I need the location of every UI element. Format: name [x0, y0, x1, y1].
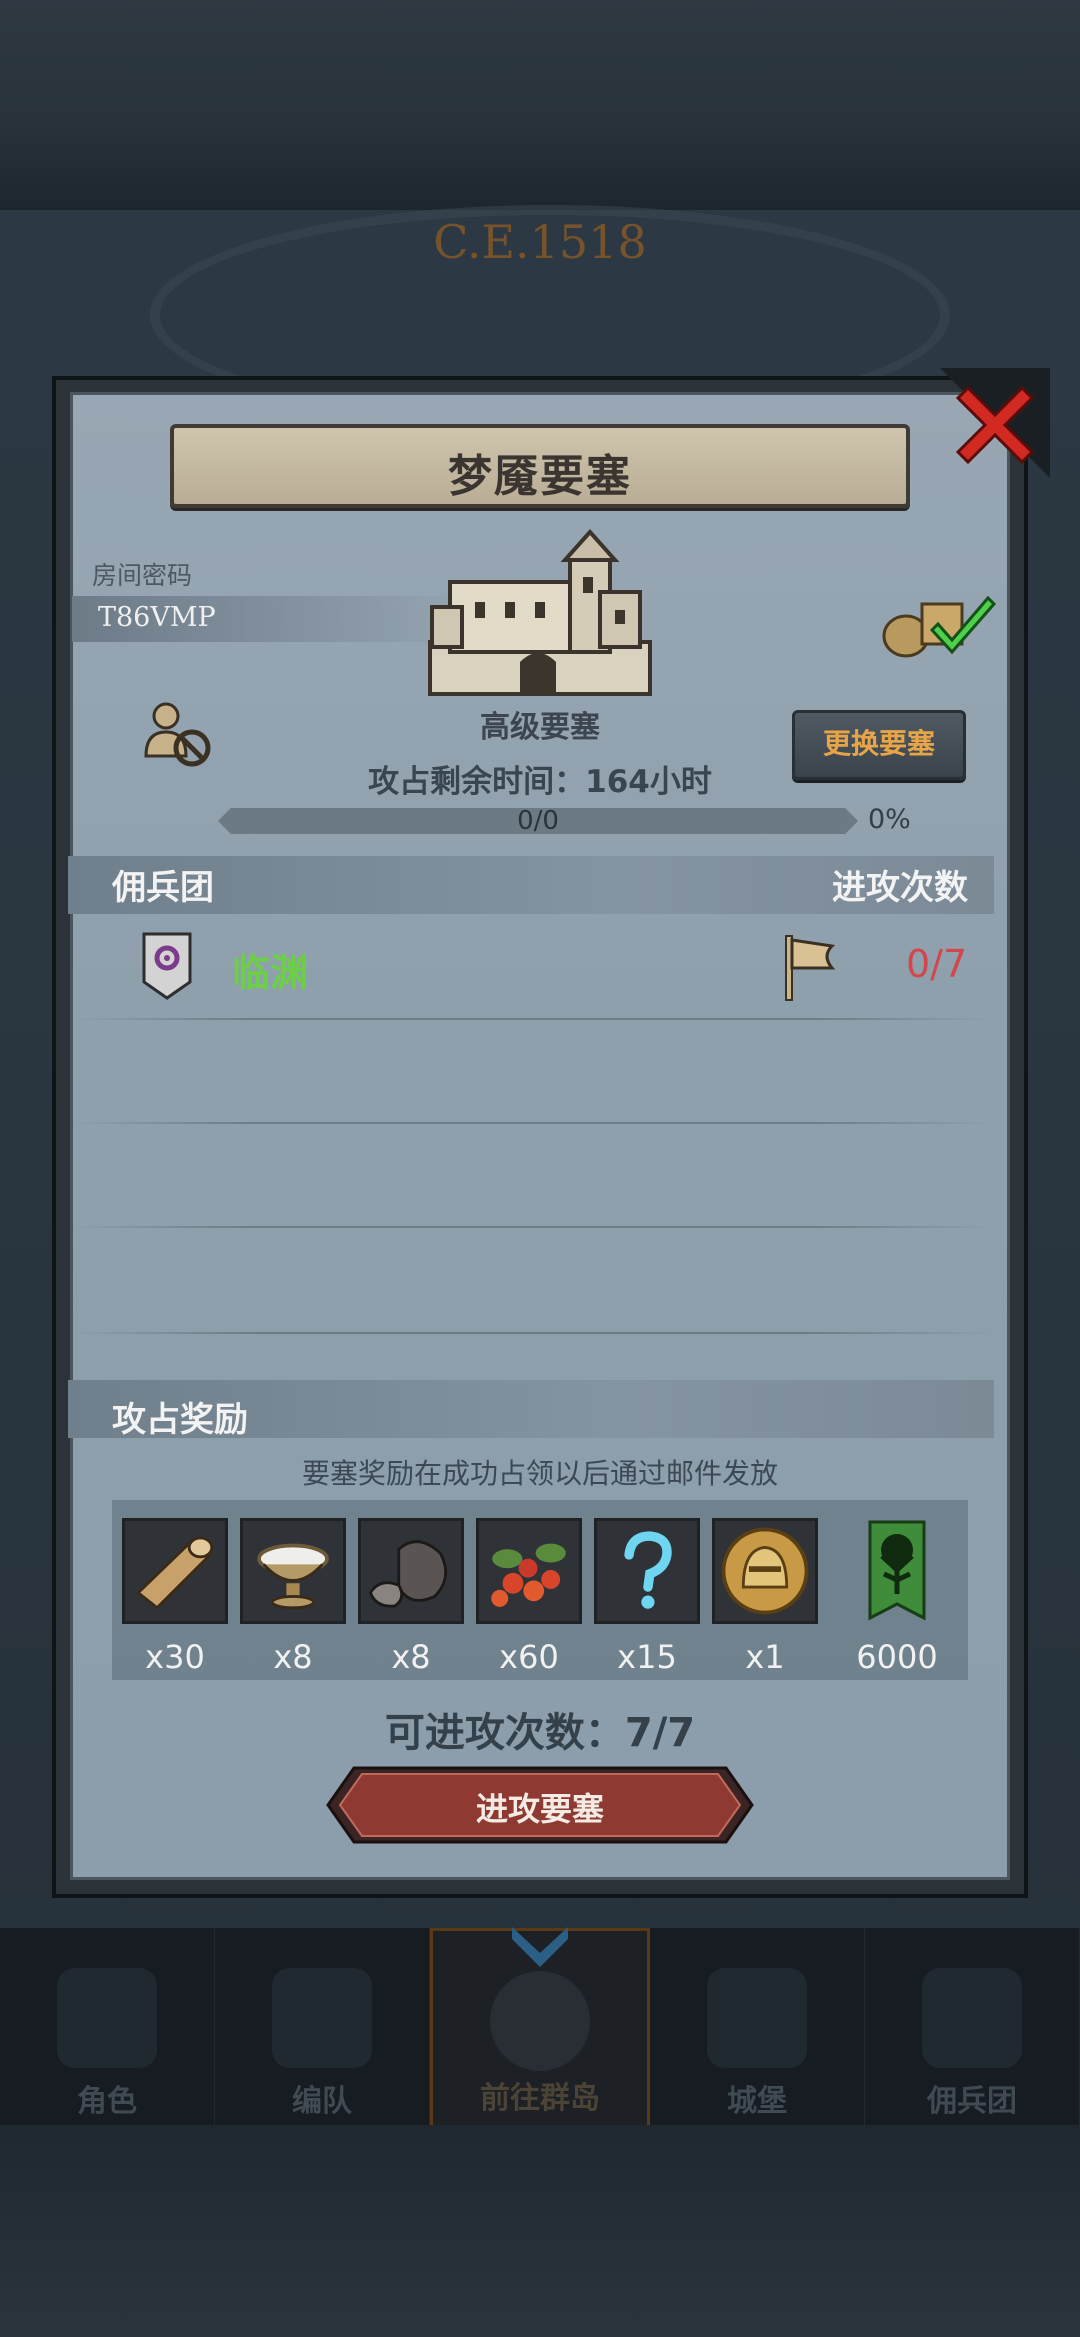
formation-icon	[272, 1968, 372, 2068]
reward-quantity: x30	[145, 1638, 205, 1676]
berries-icon	[476, 1518, 582, 1624]
reward-quantity: 6000	[856, 1638, 938, 1676]
flag-icon	[785, 935, 836, 1001]
knight-helmet-coin-icon	[712, 1518, 818, 1624]
reward-item[interactable]: x30	[122, 1518, 228, 1676]
attack-count-header: 进攻次数	[832, 868, 968, 908]
attacks-available: 可进攻次数：7/7	[384, 1710, 696, 1756]
supply-claimed-icon[interactable]	[876, 590, 996, 660]
row-divider	[70, 1226, 994, 1228]
top-background	[0, 0, 1080, 210]
nav-item-islands[interactable]: 前往群岛	[430, 1927, 650, 2128]
character-icon	[57, 1968, 157, 2068]
reward-item[interactable]: x15	[594, 1518, 700, 1676]
nav-item-formation[interactable]: 编队	[215, 1928, 430, 2128]
close-icon[interactable]	[940, 368, 1050, 478]
attack-button-label: 进攻要塞	[475, 1790, 604, 1828]
bottom-nav: 角色 编队 前往群岛 城堡 佣兵团	[0, 1927, 1080, 2128]
nav-item-mercenary[interactable]: 佣兵团	[865, 1928, 1080, 2128]
progress-text: 0/0	[517, 806, 559, 836]
reward-header: 攻占奖励	[112, 1400, 248, 1440]
chevron-down-icon	[512, 1927, 568, 1967]
title-banner: 梦魇要塞	[170, 424, 910, 508]
silver-bowl-icon	[240, 1518, 346, 1624]
nav-label: 角色	[77, 2084, 137, 2119]
room-password-label: 房间密码	[92, 561, 193, 590]
nav-label: 编队	[292, 2084, 352, 2119]
progress-percent: 0%	[868, 804, 911, 835]
capture-progress-bar: 0/0	[218, 808, 858, 834]
reward-item[interactable]: x60	[476, 1518, 582, 1676]
block-player-icon[interactable]	[142, 700, 216, 770]
reward-item[interactable]: x1	[712, 1518, 818, 1676]
reward-quantity: x1	[745, 1638, 785, 1676]
reward-item[interactable]: x8	[358, 1518, 464, 1676]
bottom-background	[0, 2125, 1080, 2337]
room-code[interactable]: T86VMP	[98, 602, 216, 633]
reward-quantity: x15	[617, 1638, 677, 1676]
swap-fortress-button[interactable]: 更换要塞	[792, 710, 966, 780]
nav-label: 城堡	[727, 2084, 787, 2119]
mystery-question-icon	[594, 1518, 700, 1624]
castle-nav-icon	[707, 1968, 807, 2068]
reward-item[interactable]: x8	[240, 1518, 346, 1676]
attack-fortress-button[interactable]: 进攻要塞	[326, 1766, 754, 1844]
nav-label: 前往群岛	[480, 2081, 600, 2116]
era-label: C.E.1518	[433, 215, 647, 269]
islands-icon	[490, 1971, 590, 2071]
reward-note: 要塞奖励在成功占领以后通过邮件发放	[301, 1457, 778, 1490]
nav-item-castle[interactable]: 城堡	[650, 1928, 865, 2128]
reward-item[interactable]: 6000	[844, 1518, 950, 1676]
mercenary-name[interactable]: 临渊	[232, 942, 308, 997]
reward-quantity: x8	[273, 1638, 313, 1676]
nav-item-character[interactable]: 角色	[0, 1928, 215, 2128]
reward-quantity: x8	[391, 1638, 431, 1676]
row-divider	[70, 1018, 994, 1020]
nav-label: 佣兵团	[927, 2084, 1017, 2119]
guild-emblem-icon	[142, 932, 192, 1000]
row-divider	[70, 1332, 994, 1334]
guild-tree-banner-icon	[868, 1520, 926, 1621]
reward-quantity: x60	[499, 1638, 559, 1676]
wood-log-icon	[122, 1518, 228, 1624]
dialog-title: 梦魇要塞	[448, 451, 632, 502]
mercenary-header: 佣兵团	[112, 868, 214, 908]
row-divider	[70, 1122, 994, 1124]
castle-icon	[428, 528, 652, 696]
ore-stone-icon	[358, 1518, 464, 1624]
mercenary-attack-count: 0/7	[906, 942, 968, 986]
mercenary-icon	[922, 1968, 1022, 2068]
